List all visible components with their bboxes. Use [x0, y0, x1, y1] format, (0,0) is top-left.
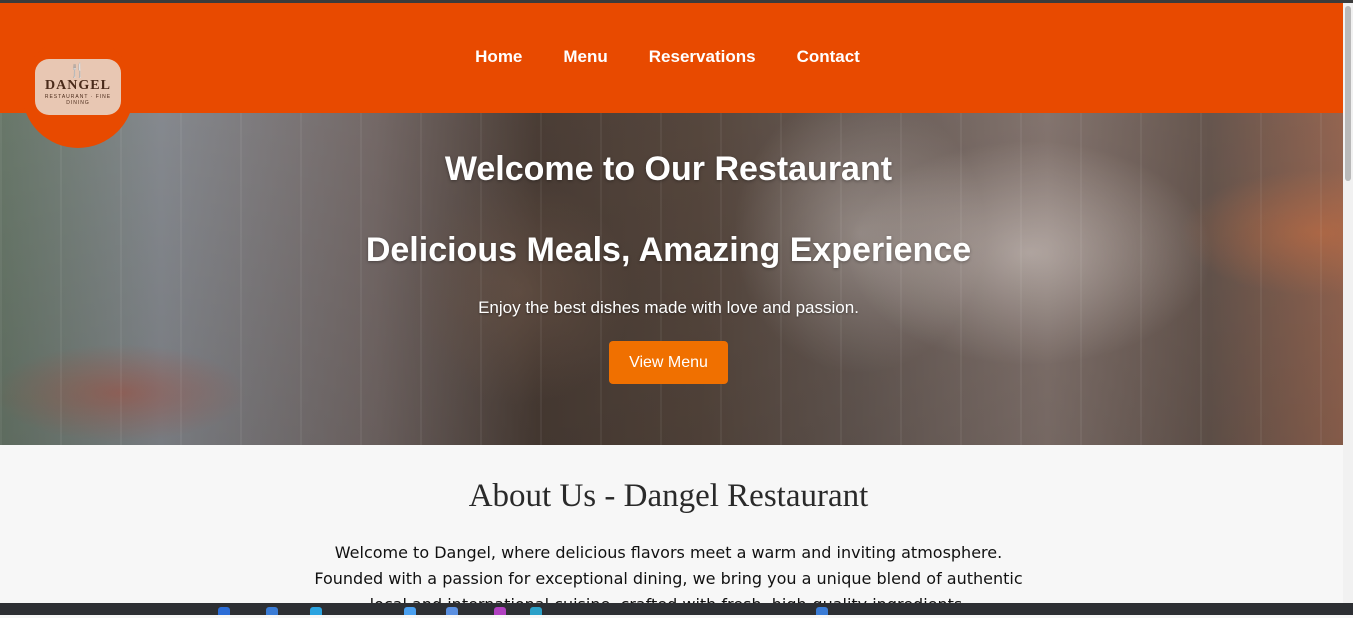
restaurant-logo[interactable]: 🍴 DANGEL RESTAURANT · FINE DINING [35, 59, 121, 115]
about-section: About Us - Dangel Restaurant Welcome to … [0, 445, 1343, 615]
page-scrollbar[interactable] [1343, 3, 1353, 603]
scrollbar-thumb[interactable] [1345, 6, 1351, 181]
site-header: Home Menu Reservations Contact [0, 3, 1343, 113]
taskbar-app-icon[interactable] [266, 607, 278, 615]
fork-knife-icon: 🍴 [68, 62, 88, 78]
taskbar-app-icon[interactable] [404, 607, 416, 615]
about-line-2: Founded with a passion for exceptional d… [314, 569, 1023, 588]
nav-contact-link[interactable]: Contact [797, 47, 860, 67]
hero-banner: Welcome to Our Restaurant Delicious Meal… [0, 113, 1343, 445]
taskbar-app-icon[interactable] [218, 607, 230, 615]
taskbar-app-icon[interactable] [816, 607, 828, 615]
about-heading: About Us - Dangel Restaurant [468, 478, 869, 514]
nav-reservations-link[interactable]: Reservations [649, 47, 756, 67]
taskbar-app-icon[interactable] [530, 607, 542, 615]
nav-menu-link[interactable]: Menu [563, 47, 607, 67]
logo-subtext: RESTAURANT · FINE DINING [44, 94, 112, 106]
hero-title: Welcome to Our Restaurant [444, 150, 893, 188]
main-nav: Home Menu Reservations Contact [0, 3, 1343, 113]
about-line-1: Welcome to Dangel, where delicious flavo… [334, 543, 1003, 562]
taskbar-app-icon[interactable] [446, 607, 458, 615]
logo-circle[interactable]: 🍴 DANGEL RESTAURANT · FINE DINING [22, 36, 134, 148]
hero-subtitle: Delicious Meals, Amazing Experience [365, 231, 972, 269]
logo-text: DANGEL [45, 78, 111, 93]
nav-home-link[interactable]: Home [475, 47, 522, 67]
view-menu-button[interactable]: View Menu [609, 341, 728, 384]
hero-tagline: Enjoy the best dishes made with love and… [478, 298, 859, 317]
taskbar-app-icon[interactable] [310, 607, 322, 615]
taskbar-app-icon[interactable] [494, 607, 506, 615]
os-taskbar [0, 603, 1353, 615]
